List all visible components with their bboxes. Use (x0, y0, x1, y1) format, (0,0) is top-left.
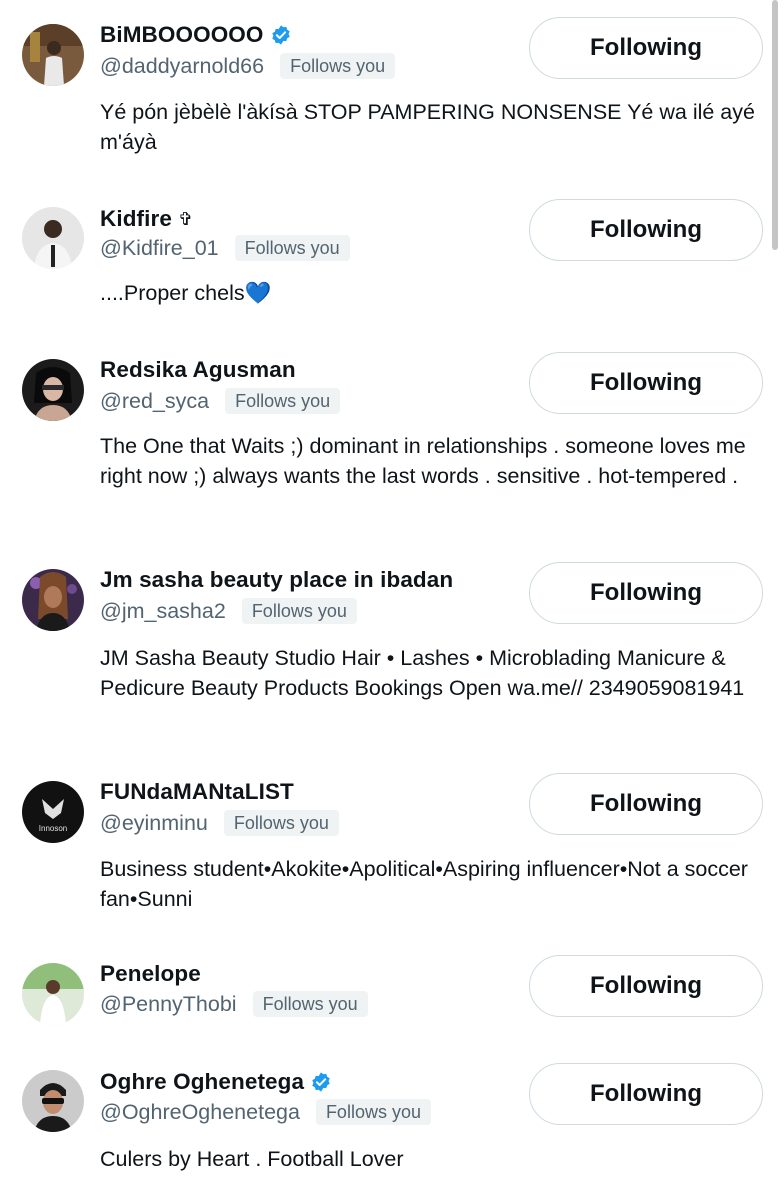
name-line: BiMBOOOOOO (100, 22, 292, 48)
scrollbar[interactable] (772, 0, 778, 250)
user-bio: The One that Waits ;) dominant in relati… (100, 434, 746, 488)
following-button[interactable]: Following (529, 17, 763, 79)
following-button[interactable]: Following (529, 352, 763, 414)
display-name[interactable]: Redsika Agusman (100, 357, 296, 383)
cross-emoji-icon: ✞ (177, 208, 194, 229)
following-button[interactable]: Following (529, 562, 763, 624)
name-line: FUNdaMANtaLIST (100, 779, 294, 805)
handle-line: @daddyarnold66 Follows you (100, 53, 396, 79)
avatar[interactable] (22, 569, 84, 631)
follows-you-badge: Follows you (234, 235, 350, 261)
follows-you-badge: Follows you (280, 53, 396, 79)
user-row[interactable]: Redsika Agusman @red_syca Follows you Fo… (0, 340, 784, 550)
username-handle[interactable]: @red_syca (100, 389, 209, 414)
username-handle[interactable]: @daddyarnold66 (100, 54, 264, 79)
username-handle[interactable]: @Kidfire_01 (100, 236, 219, 261)
following-button[interactable]: Following (529, 199, 763, 261)
avatar[interactable] (22, 359, 84, 421)
following-button[interactable]: Following (529, 955, 763, 1017)
avatar[interactable] (22, 963, 84, 1025)
username-handle[interactable]: @jm_sasha2 (100, 599, 226, 624)
user-row[interactable]: Innoson FUNdaMANtaLIST @eyinminu Follows… (0, 760, 784, 950)
display-name[interactable]: FUNdaMANtaLIST (100, 779, 294, 805)
avatar[interactable] (22, 24, 84, 86)
user-row[interactable]: Penelope @PennyThobi Follows you Followi… (0, 950, 784, 1060)
following-button[interactable]: Following (529, 1063, 763, 1125)
handle-line: @eyinminu Follows you (100, 810, 339, 836)
user-bio: Culers by Heart . Football Lover (100, 1147, 404, 1171)
follows-you-badge: Follows you (223, 810, 339, 836)
user-row[interactable]: BiMBOOOOOO @daddyarnold66 Follows you Fo… (0, 0, 784, 190)
follows-you-badge: Follows you (225, 388, 341, 414)
username-handle[interactable]: @eyinminu (100, 811, 208, 836)
handle-line: @OghreOghenetega Follows you (100, 1099, 431, 1125)
name-line: Redsika Agusman (100, 357, 296, 383)
handle-line: @PennyThobi Follows you (100, 991, 368, 1017)
username-handle[interactable]: @OghreOghenetega (100, 1100, 300, 1125)
user-bio: Business student•Akokite•Apolitical•Aspi… (100, 857, 748, 911)
handle-line: @Kidfire_01 Follows you (100, 235, 350, 261)
name-line: Jm sasha beauty place in ibadan (100, 567, 453, 593)
verified-badge-icon (312, 1072, 330, 1092)
avatar[interactable]: Innoson (22, 781, 84, 843)
display-name[interactable]: Kidfire (100, 206, 172, 232)
following-list: BiMBOOOOOO @daddyarnold66 Follows you Fo… (0, 0, 784, 1199)
avatar-logo-text: Innoson (39, 824, 67, 833)
display-name[interactable]: Oghre Oghenetega (100, 1069, 304, 1095)
username-handle[interactable]: @PennyThobi (100, 992, 237, 1017)
user-row[interactable]: Oghre Oghenetega @OghreOghenetega Follow… (0, 1060, 784, 1199)
display-name[interactable]: Jm sasha beauty place in ibadan (100, 567, 453, 593)
handle-line: @red_syca Follows you (100, 388, 341, 414)
user-bio: Yé pón jèbèlè l'àkísà STOP PAMPERING NON… (100, 100, 755, 154)
display-name[interactable]: BiMBOOOOOO (100, 22, 264, 48)
user-bio: JM Sasha Beauty Studio Hair • Lashes • M… (100, 646, 745, 700)
name-line: Oghre Oghenetega (100, 1069, 332, 1095)
verified-badge-icon (271, 25, 290, 45)
display-name[interactable]: Penelope (100, 961, 201, 987)
user-row[interactable]: Kidfire ✞ @Kidfire_01 Follows you Follow… (0, 190, 784, 340)
follows-you-badge: Follows you (315, 1099, 431, 1125)
follows-you-badge: Follows you (241, 598, 357, 624)
follows-you-badge: Follows you (252, 991, 368, 1017)
following-button[interactable]: Following (529, 773, 763, 835)
name-line: Penelope (100, 961, 201, 987)
name-line: Kidfire ✞ (100, 206, 193, 232)
avatar[interactable] (22, 1070, 84, 1132)
user-row[interactable]: Jm sasha beauty place in ibadan @jm_sash… (0, 550, 784, 760)
avatar[interactable] (22, 207, 84, 269)
handle-line: @jm_sasha2 Follows you (100, 598, 357, 624)
user-bio: ....Proper chels💙 (100, 281, 272, 305)
